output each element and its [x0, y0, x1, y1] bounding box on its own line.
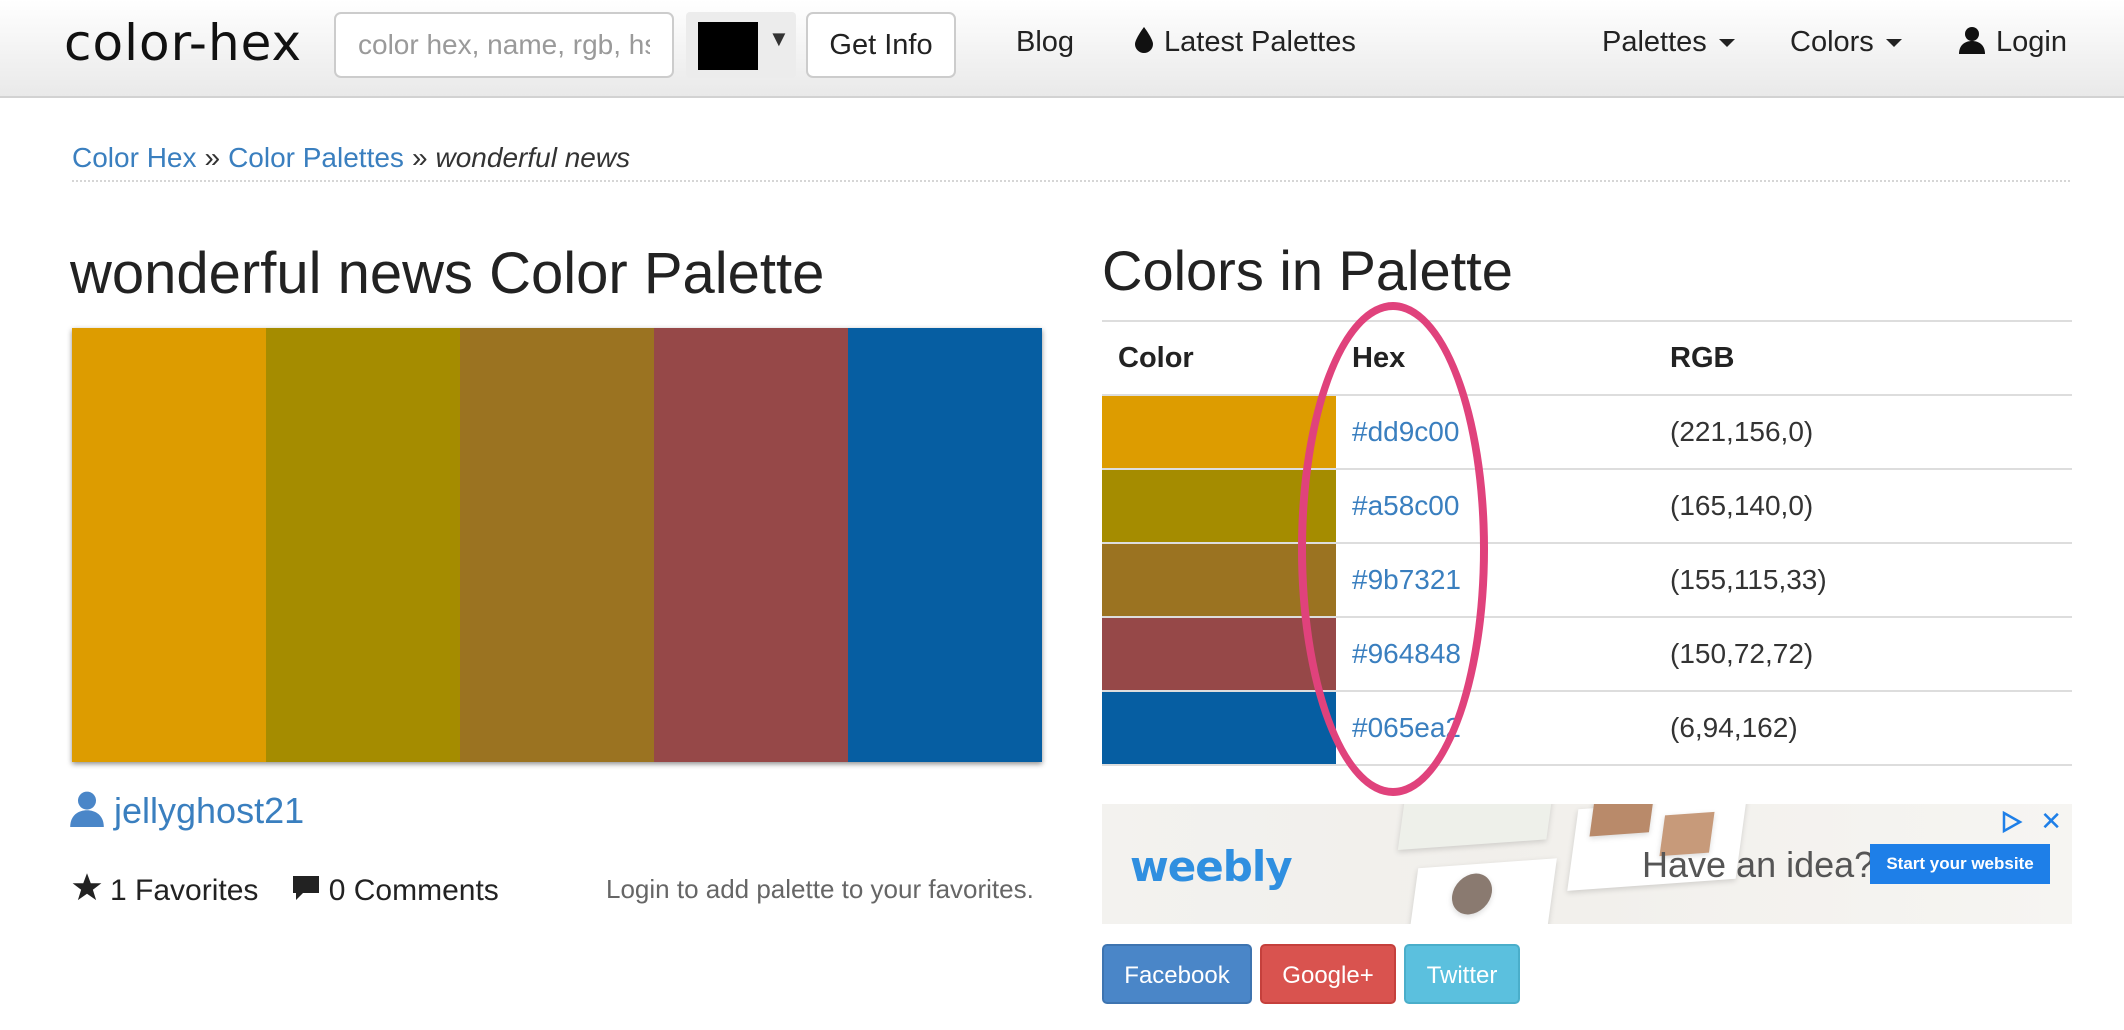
favorites-count: 1 Favorites	[110, 874, 259, 907]
color-swatch-cell	[1102, 691, 1336, 766]
column-header-rgb: RGB	[1654, 320, 2072, 396]
table-header-row: Color Hex RGB	[1102, 320, 2072, 396]
palette-stats: 1 Favorites 0 Comments	[72, 872, 523, 908]
comments-stat[interactable]: 0 Comments	[291, 874, 499, 907]
nav-colors-dropdown[interactable]: Colors	[1790, 26, 1902, 59]
favorites-stat[interactable]: 1 Favorites	[72, 873, 267, 907]
hex-cell: #dd9c00	[1336, 395, 1654, 470]
color-swatch[interactable]	[1102, 618, 1336, 690]
share-twitter-button[interactable]: Twitter	[1404, 944, 1520, 1004]
color-swatch[interactable]	[1102, 692, 1336, 764]
rgb-cell: (221,156,0)	[1654, 395, 2072, 470]
user-icon	[70, 791, 104, 827]
ad-choices-icon[interactable]	[2000, 810, 2024, 834]
caret-down-icon	[1885, 39, 1902, 48]
color-swatch-cell	[1102, 395, 1336, 470]
nav-login-label: Login	[1996, 26, 2067, 58]
breadcrumb-separator: »	[411, 142, 428, 173]
colors-table: Color Hex RGB #dd9c00 (221,156,0) #a58c0…	[1102, 320, 2072, 766]
color-swatch[interactable]	[1102, 396, 1336, 468]
table-row: #dd9c00 (221,156,0)	[1102, 395, 2072, 470]
author-row: jellyghost21	[70, 790, 304, 832]
palette-preview	[72, 328, 1042, 762]
table-row: #065ea2 (6,94,162)	[1102, 691, 2072, 766]
nav-blog-link[interactable]: Blog	[1016, 26, 1074, 59]
column-header-color: Color	[1102, 320, 1336, 396]
hex-link[interactable]: #dd9c00	[1352, 416, 1459, 447]
nav-latest-palettes-label: Latest Palettes	[1164, 26, 1356, 58]
page-title: wonderful news Color Palette	[70, 241, 825, 306]
nav-latest-palettes-link[interactable]: Latest Palettes	[1134, 26, 1356, 59]
search-input[interactable]	[334, 12, 674, 78]
get-info-button[interactable]: Get Info	[806, 12, 956, 78]
nav-colors-label: Colors	[1790, 26, 1874, 58]
share-facebook-button[interactable]: Facebook	[1102, 944, 1252, 1004]
hex-link[interactable]: #a58c00	[1352, 490, 1459, 521]
nav-palettes-dropdown[interactable]: Palettes	[1602, 26, 1735, 59]
ad-banner[interactable]: weebly Have an idea? Start your website …	[1102, 804, 2072, 924]
login-favorite-note: Login to add palette to your favorites.	[606, 874, 1034, 904]
droplet-icon	[1135, 27, 1153, 53]
color-swatch[interactable]	[1102, 544, 1336, 616]
comment-icon	[292, 876, 319, 900]
palette-swatch[interactable]	[460, 328, 654, 762]
close-icon[interactable]: ✕	[2040, 806, 2062, 837]
color-picker-swatch	[698, 22, 758, 70]
palette-swatch[interactable]	[654, 328, 848, 762]
rgb-cell: (6,94,162)	[1654, 691, 2072, 766]
table-row: #9b7321 (155,115,33)	[1102, 543, 2072, 618]
breadcrumb-current: wonderful news	[435, 142, 631, 173]
nav-login-link[interactable]: Login	[1958, 26, 2067, 59]
table-row: #a58c00 (165,140,0)	[1102, 469, 2072, 544]
color-swatch-cell	[1102, 543, 1336, 618]
nav-palettes-label: Palettes	[1602, 26, 1707, 58]
rgb-cell: (150,72,72)	[1654, 617, 2072, 692]
palette-swatch[interactable]	[848, 328, 1042, 762]
rgb-cell: (155,115,33)	[1654, 543, 2072, 618]
comments-count: 0 Comments	[328, 874, 499, 907]
colors-in-palette-heading: Colors in Palette	[1102, 239, 1513, 302]
caret-down-icon	[1718, 39, 1735, 48]
table-row: #964848 (150,72,72)	[1102, 617, 2072, 692]
breadcrumb-home-link[interactable]: Color Hex	[72, 142, 196, 173]
breadcrumb-palettes-link[interactable]: Color Palettes	[228, 142, 404, 173]
hex-link[interactable]: #065ea2	[1352, 712, 1461, 743]
hex-cell: #065ea2	[1336, 691, 1654, 766]
color-picker[interactable]: ▼	[686, 12, 796, 78]
user-icon	[1959, 27, 1985, 54]
ad-cta-button[interactable]: Start your website	[1870, 844, 2050, 884]
hex-cell: #964848	[1336, 617, 1654, 692]
color-swatch-cell	[1102, 617, 1336, 692]
site-logo[interactable]: color-hex	[64, 14, 302, 72]
chevron-down-icon: ▼	[768, 26, 790, 51]
hex-cell: #a58c00	[1336, 469, 1654, 544]
share-google-button[interactable]: Google+	[1260, 944, 1396, 1004]
author-link[interactable]: jellyghost21	[114, 790, 304, 831]
hex-link[interactable]: #9b7321	[1352, 564, 1461, 595]
hex-cell: #9b7321	[1336, 543, 1654, 618]
breadcrumb-separator: »	[204, 142, 221, 173]
color-swatch-cell	[1102, 469, 1336, 544]
top-navbar: color-hex ▼ Get Info Blog Latest Palette…	[0, 0, 2124, 98]
hex-link[interactable]: #964848	[1352, 638, 1461, 669]
star-icon	[72, 873, 102, 901]
column-header-hex: Hex	[1336, 320, 1654, 396]
palette-swatch[interactable]	[266, 328, 460, 762]
color-swatch[interactable]	[1102, 470, 1336, 542]
ad-headline: Have an idea?	[1642, 844, 1875, 885]
ad-brand-logo: weebly	[1130, 842, 1293, 891]
palette-swatch[interactable]	[72, 328, 266, 762]
rgb-cell: (165,140,0)	[1654, 469, 2072, 544]
breadcrumb: Color Hex» Color Palettes» wonderful news	[72, 142, 2070, 182]
